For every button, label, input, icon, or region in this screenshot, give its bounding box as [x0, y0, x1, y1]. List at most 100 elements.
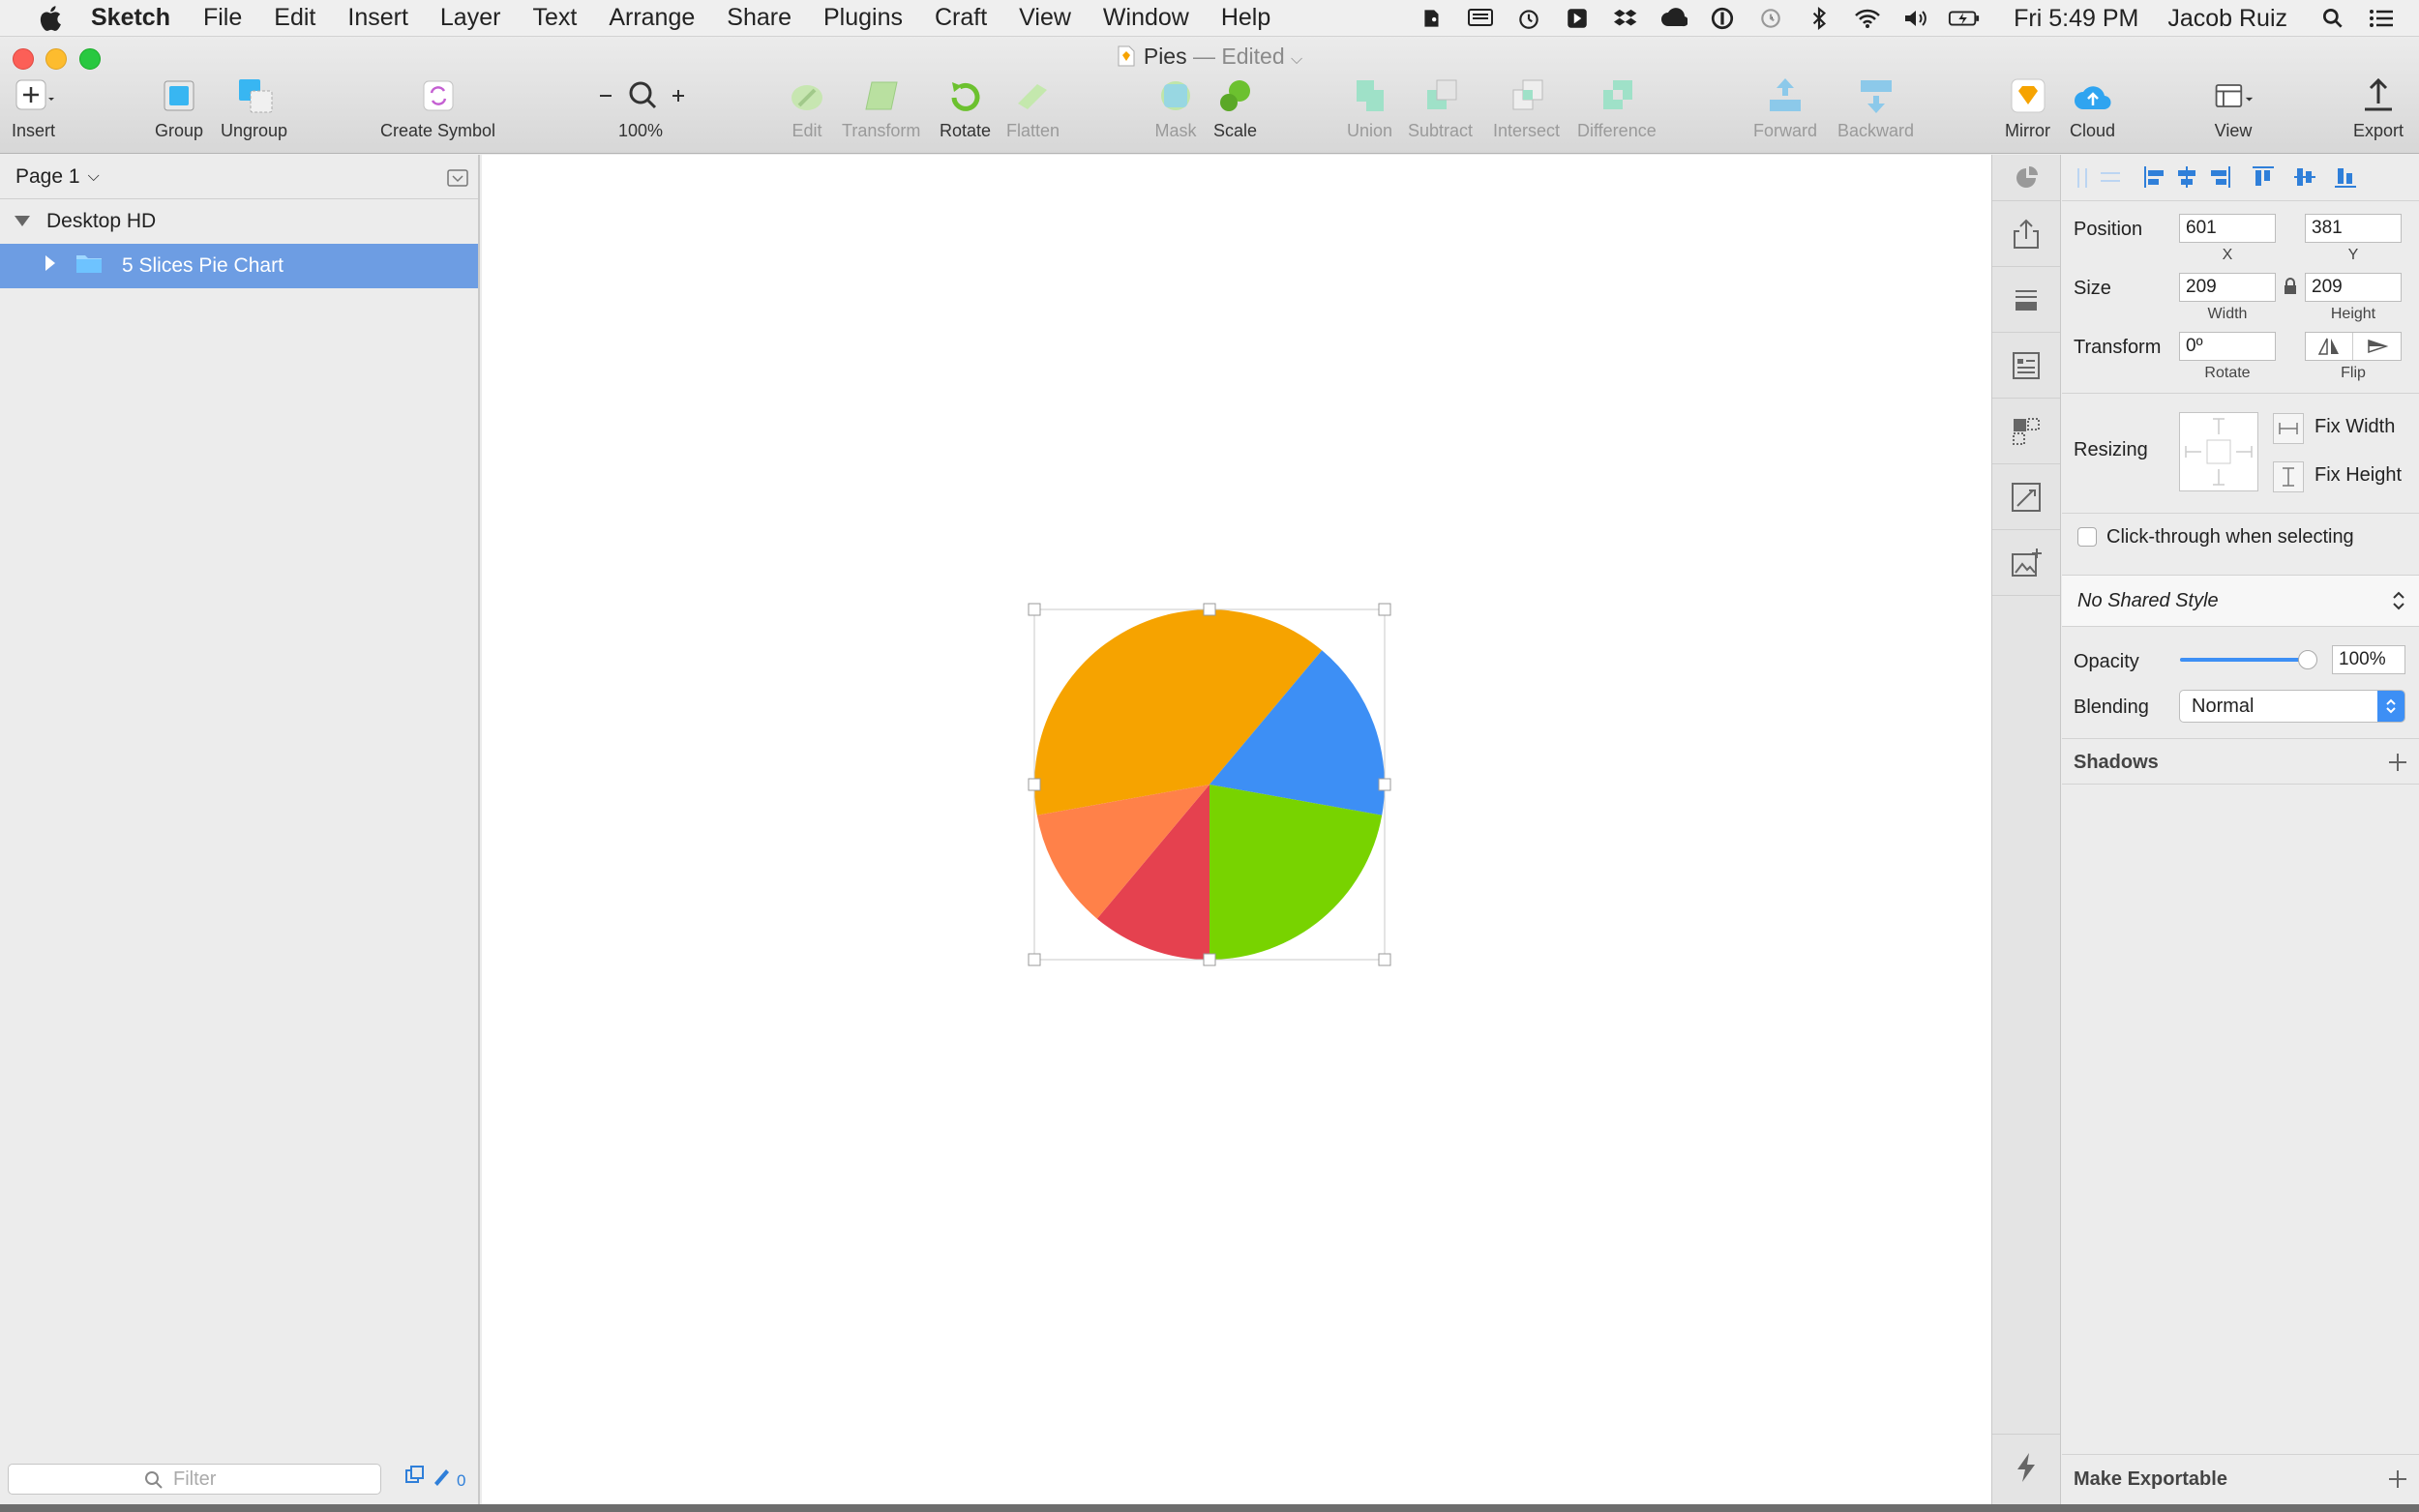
menu-edit[interactable]: Edit: [274, 4, 315, 32]
pie-slice-3[interactable]: [1210, 785, 1383, 960]
edit-button[interactable]: Edit: [786, 76, 828, 141]
backward-button[interactable]: Backward: [1837, 76, 1914, 141]
apple-icon[interactable]: [35, 2, 68, 35]
layer-stack-icon[interactable]: [1992, 267, 2060, 333]
rotate-field[interactable]: 0º: [2179, 332, 2276, 361]
fix-width-toggle[interactable]: [2273, 413, 2304, 444]
canvas[interactable]: [482, 155, 1991, 1504]
resize-handle[interactable]: [1203, 953, 1216, 966]
menu-view[interactable]: View: [1019, 4, 1071, 32]
group-button[interactable]: Group: [155, 76, 203, 141]
y-field[interactable]: 381: [2305, 214, 2402, 243]
ungroup-button[interactable]: Ungroup: [221, 76, 287, 141]
chevron-down-icon[interactable]: ⌵: [1291, 51, 1302, 68]
mask-button[interactable]: Mask: [1154, 76, 1197, 141]
align-center-icon[interactable]: [2178, 166, 2195, 188]
flip-vertical-icon[interactable]: [2353, 333, 2401, 360]
width-field[interactable]: 209: [2179, 273, 2276, 302]
view-button[interactable]: View: [2212, 76, 2255, 141]
zoom-control[interactable]: 100%: [592, 76, 689, 141]
spotlight-icon[interactable]: [2316, 5, 2349, 32]
resize-handle[interactable]: [1028, 953, 1041, 966]
evernote-icon[interactable]: [1416, 5, 1448, 32]
resize-handle[interactable]: [1378, 953, 1391, 966]
slices-filter-icon[interactable]: [432, 1465, 453, 1491]
rotate-button[interactable]: Rotate: [940, 76, 991, 141]
opacity-field[interactable]: 100%: [2332, 645, 2405, 674]
blending-select[interactable]: Normal: [2179, 690, 2405, 723]
difference-button[interactable]: Difference: [1577, 76, 1657, 141]
wifi-icon[interactable]: [1851, 5, 1884, 32]
dropbox-icon[interactable]: [1609, 5, 1642, 32]
menu-text[interactable]: Text: [532, 4, 577, 32]
flatten-button[interactable]: Flatten: [1006, 76, 1060, 141]
transform-button[interactable]: Transform: [842, 76, 920, 141]
resize-handle[interactable]: [1203, 603, 1216, 616]
resizing-control[interactable]: [2179, 412, 2258, 491]
forward-button[interactable]: Forward: [1753, 76, 1817, 141]
mirror-button[interactable]: Mirror: [2005, 76, 2050, 141]
1password-icon[interactable]: [1706, 5, 1739, 32]
page-selector[interactable]: Page 1 ⌵: [0, 155, 478, 199]
screenflow-icon[interactable]: [1561, 5, 1594, 32]
menu-user[interactable]: Jacob Ruiz: [2167, 5, 2287, 33]
insert-button[interactable]: Insert: [12, 76, 55, 141]
menu-craft[interactable]: Craft: [935, 4, 987, 32]
align-middle-icon[interactable]: [2294, 168, 2315, 186]
menu-layer[interactable]: Layer: [440, 4, 501, 32]
creative-cloud-icon[interactable]: [1657, 5, 1690, 32]
collapse-layers-icon[interactable]: [447, 168, 468, 193]
align-top-icon[interactable]: [2253, 166, 2274, 186]
share-upload-icon[interactable]: [1992, 201, 2060, 267]
menu-clock[interactable]: Fri 5:49 PM: [2014, 5, 2138, 33]
opacity-slider-knob[interactable]: [2298, 650, 2317, 669]
flip-control[interactable]: [2305, 332, 2402, 361]
distribute-vertical-icon[interactable]: [2101, 172, 2120, 182]
intersect-button[interactable]: Intersect: [1493, 76, 1560, 141]
symbols-filter-icon[interactable]: [404, 1465, 426, 1491]
resize-handle[interactable]: [1028, 778, 1041, 791]
resize-handle[interactable]: [1378, 603, 1391, 616]
cloud-button[interactable]: Cloud: [2070, 76, 2115, 141]
opacity-slider[interactable]: [2180, 648, 2317, 671]
align-left-icon[interactable]: [2144, 166, 2164, 188]
menu-arrange[interactable]: Arrange: [609, 4, 695, 32]
edited-status[interactable]: — Edited: [1193, 44, 1285, 69]
pie-chart[interactable]: [1034, 609, 1385, 960]
menu-help[interactable]: Help: [1221, 4, 1270, 32]
text-list-icon[interactable]: [1992, 333, 2060, 399]
volume-icon[interactable]: [1899, 5, 1932, 32]
bluetooth-icon[interactable]: [1803, 5, 1836, 32]
align-right-icon[interactable]: [2211, 166, 2230, 188]
union-button[interactable]: Union: [1347, 76, 1392, 141]
vector-edit-icon[interactable]: [1992, 464, 2060, 530]
time-machine-icon[interactable]: [1754, 5, 1787, 32]
flip-horizontal-icon[interactable]: [2306, 333, 2354, 360]
menu-file[interactable]: File: [203, 4, 242, 32]
click-through-checkbox[interactable]: [2077, 527, 2097, 547]
create-symbol-button[interactable]: Create Symbol: [380, 76, 495, 141]
lock-icon[interactable]: [2283, 277, 2298, 302]
artboard-row[interactable]: Desktop HD: [0, 199, 478, 244]
symbol-override-icon[interactable]: [1992, 399, 2060, 464]
add-shadow-icon[interactable]: [2387, 752, 2408, 779]
timer-icon[interactable]: [1512, 5, 1545, 32]
filter-input[interactable]: Filter: [8, 1464, 381, 1495]
scale-button[interactable]: Scale: [1213, 76, 1257, 141]
height-field[interactable]: 209: [2305, 273, 2402, 302]
menu-plugins[interactable]: Plugins: [823, 4, 903, 32]
disclosure-closed-icon[interactable]: [45, 254, 56, 278]
menu-share[interactable]: Share: [727, 4, 791, 32]
x-field[interactable]: 601: [2179, 214, 2276, 243]
fix-height-toggle[interactable]: [2273, 461, 2304, 492]
resize-handle[interactable]: [1028, 603, 1041, 616]
align-bottom-icon[interactable]: [2335, 168, 2356, 188]
menu-extra-icon[interactable]: [1464, 5, 1497, 32]
menu-insert[interactable]: Insert: [347, 4, 408, 32]
layer-row-selected[interactable]: 5 Slices Pie Chart: [0, 244, 478, 288]
battery-icon[interactable]: [1948, 5, 1981, 32]
subtract-button[interactable]: Subtract: [1408, 76, 1473, 141]
pie-style-icon[interactable]: [1992, 155, 2060, 201]
menu-window[interactable]: Window: [1103, 4, 1189, 32]
lightning-icon[interactable]: [1992, 1434, 2060, 1499]
